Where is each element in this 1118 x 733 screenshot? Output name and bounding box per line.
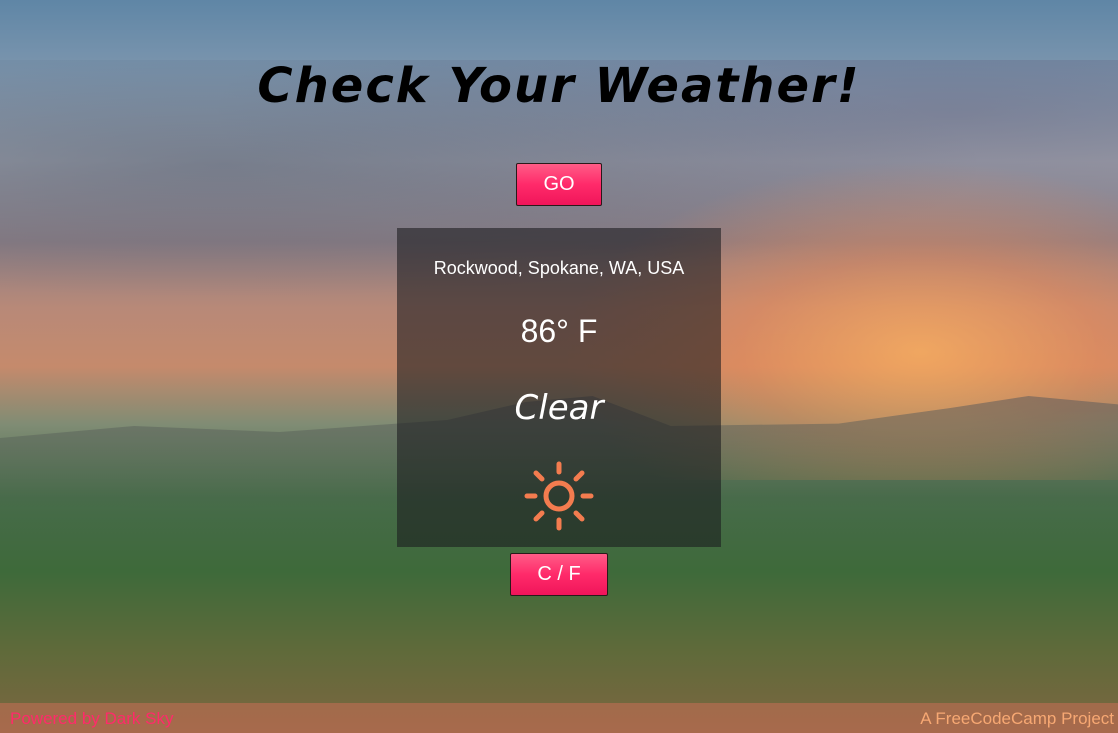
powered-by-link[interactable]: Powered by Dark Sky bbox=[10, 709, 173, 729]
sun-icon bbox=[524, 461, 594, 531]
project-credit-link[interactable]: A FreeCodeCamp Project bbox=[920, 709, 1114, 729]
footer-bar: Powered by Dark Sky A FreeCodeCamp Proje… bbox=[0, 703, 1118, 733]
location-label: Rockwood, Spokane, WA, USA bbox=[433, 258, 685, 278]
page-title: Check Your Weather! bbox=[257, 58, 861, 114]
weather-card: Rockwood, Spokane, WA, USA 86° F Clear bbox=[397, 228, 721, 547]
weather-condition: Clear bbox=[514, 388, 604, 428]
unit-toggle-button[interactable]: C / F bbox=[510, 553, 608, 596]
temperature-value: 86° F bbox=[520, 313, 598, 349]
go-button[interactable]: GO bbox=[516, 163, 602, 206]
